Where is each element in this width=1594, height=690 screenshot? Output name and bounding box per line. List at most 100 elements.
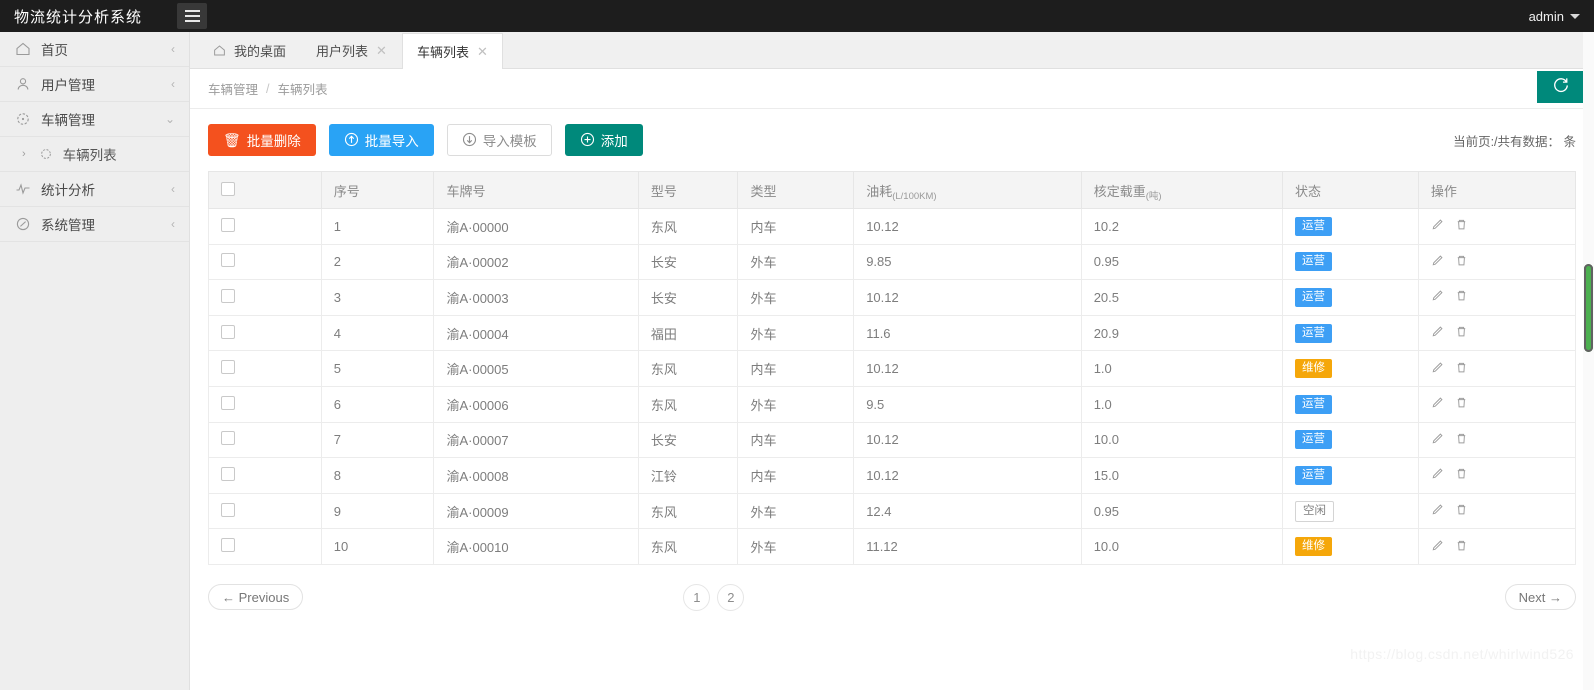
row-checkbox[interactable] xyxy=(221,324,235,339)
cell-checkbox xyxy=(208,385,322,423)
edit-pencil-icon[interactable] xyxy=(1431,467,1444,483)
gear-icon xyxy=(14,215,32,233)
add-button[interactable]: 添加 xyxy=(564,124,643,156)
cell-index: 1 xyxy=(320,208,435,245)
download-circle-icon xyxy=(462,132,477,149)
refresh-button[interactable] xyxy=(1537,71,1584,103)
cell-status: 运营 xyxy=(1282,421,1419,459)
home-icon xyxy=(14,40,32,58)
trash-icon[interactable] xyxy=(1455,432,1468,448)
cell-index: 10 xyxy=(320,528,435,565)
select-all-checkbox[interactable] xyxy=(221,181,235,196)
breadcrumb-bar: 车辆管理 / 车辆列表 xyxy=(190,69,1594,109)
row-checkbox[interactable] xyxy=(221,253,235,268)
batch-delete-label: 批量删除 xyxy=(246,134,301,149)
table-row[interactable]: 6 渝A·00006 东风 外车 9.5 1.0 运营 xyxy=(208,385,1577,423)
cell-load: 1.0 xyxy=(1080,350,1284,387)
row-checkbox[interactable] xyxy=(221,360,235,375)
vertical-scrollbar-thumb[interactable] xyxy=(1584,264,1593,352)
tab-user-list[interactable]: 用户列表 ✕ xyxy=(301,32,402,68)
table-row[interactable]: 9 渝A·00009 东风 外车 12.4 0.95 空闲 xyxy=(208,492,1577,530)
cell-index: 2 xyxy=(320,243,435,281)
plus-circle-icon xyxy=(580,132,595,149)
toolbar: 🗑 批量删除 批量导入 导入模板 添加 当前页:/共有数据： 条 xyxy=(190,109,1594,156)
table-row[interactable]: 7 渝A·00007 长安 内车 10.12 10.0 运营 xyxy=(208,421,1577,459)
user-menu[interactable]: admin xyxy=(1529,9,1594,24)
trash-icon[interactable] xyxy=(1455,503,1468,519)
table-row[interactable]: 4 渝A·00004 福田 外车 11.6 20.9 运营 xyxy=(208,314,1577,352)
next-page-button[interactable]: Next → xyxy=(1504,584,1576,611)
page-number-button[interactable]: 2 xyxy=(717,583,745,611)
table-row[interactable]: 3 渝A·00003 长安 外车 10.12 20.5 运营 xyxy=(208,279,1577,316)
edit-pencil-icon[interactable] xyxy=(1431,254,1444,270)
edit-pencil-icon[interactable] xyxy=(1431,432,1444,448)
batch-import-button[interactable]: 批量导入 xyxy=(328,124,434,156)
trash-icon[interactable] xyxy=(1455,218,1468,234)
th-fuel: 油耗(L/100KM) xyxy=(853,171,1082,209)
edit-pencil-icon[interactable] xyxy=(1431,218,1444,234)
row-checkbox[interactable] xyxy=(221,395,235,410)
sidebar-item-user-management[interactable]: 用户管理 ‹ xyxy=(0,67,189,102)
cell-plate: 渝A·00002 xyxy=(433,243,639,281)
page-number-button[interactable]: 1 xyxy=(683,583,711,611)
cell-type: 外车 xyxy=(737,492,855,530)
row-checkbox[interactable] xyxy=(221,431,235,446)
sidebar-item-system-management[interactable]: 系统管理 ‹ xyxy=(0,207,189,242)
table-row[interactable]: 2 渝A·00002 长安 外车 9.85 0.95 运营 xyxy=(208,243,1577,281)
edit-pencil-icon[interactable] xyxy=(1431,361,1444,377)
row-checkbox[interactable] xyxy=(221,538,235,553)
tab-vehicle-list[interactable]: 车辆列表 ✕ xyxy=(401,33,503,69)
trash-icon[interactable] xyxy=(1455,254,1468,270)
sidebar-item-vehicle-list[interactable]: › 车辆列表 xyxy=(0,137,189,172)
cell-index: 3 xyxy=(320,279,435,316)
chevron-left-icon: ‹ xyxy=(171,42,175,56)
row-checkbox[interactable] xyxy=(221,288,235,303)
table-row[interactable]: 10 渝A·00010 东风 外车 11.12 10.0 维修 xyxy=(208,528,1577,565)
edit-pencil-icon[interactable] xyxy=(1431,396,1444,412)
batch-delete-button[interactable]: 🗑 批量删除 xyxy=(208,124,316,156)
row-checkbox[interactable] xyxy=(221,502,235,517)
edit-pencil-icon[interactable] xyxy=(1431,539,1444,555)
import-template-button[interactable]: 导入模板 xyxy=(446,124,552,156)
th-type: 类型 xyxy=(737,171,855,209)
hamburger-icon[interactable] xyxy=(177,3,208,29)
trash-icon[interactable] xyxy=(1455,539,1468,555)
table-row[interactable]: 1 渝A·00000 东风 内车 10.12 10.2 运营 xyxy=(208,208,1577,245)
table-row[interactable]: 5 渝A·00005 东风 内车 10.12 1.0 维修 xyxy=(208,350,1577,387)
trash-icon[interactable] xyxy=(1455,325,1468,341)
trash-icon[interactable] xyxy=(1455,289,1468,305)
breadcrumb-parent[interactable]: 车辆管理 xyxy=(208,79,258,98)
row-checkbox[interactable] xyxy=(221,217,235,232)
close-icon[interactable]: ✕ xyxy=(477,44,488,60)
vertical-scrollbar-track[interactable] xyxy=(1583,32,1594,690)
cell-actions xyxy=(1417,243,1577,281)
trash-icon[interactable] xyxy=(1455,396,1468,412)
sidebar-item-vehicle-management[interactable]: 车辆管理 ⌄ xyxy=(0,102,189,137)
th-load: 核定载重(吨) xyxy=(1080,171,1284,209)
cell-actions xyxy=(1417,350,1577,387)
cell-model: 长安 xyxy=(637,279,739,316)
cell-load: 1.0 xyxy=(1080,385,1284,423)
row-checkbox[interactable] xyxy=(221,466,235,481)
edit-pencil-icon[interactable] xyxy=(1431,503,1444,519)
table-row[interactable]: 8 渝A·00008 江铃 内车 10.12 15.0 运营 xyxy=(208,457,1577,494)
batch-import-label: 批量导入 xyxy=(364,134,419,149)
cell-status: 维修 xyxy=(1282,528,1419,565)
trash-icon[interactable] xyxy=(1455,361,1468,377)
close-icon[interactable]: ✕ xyxy=(376,43,387,59)
trash-icon[interactable] xyxy=(1455,467,1468,483)
chevron-left-icon: ‹ xyxy=(171,77,175,91)
chevron-down-icon xyxy=(1570,13,1580,19)
sidebar-item-home[interactable]: 首页 ‹ xyxy=(0,32,189,67)
status-badge: 运营 xyxy=(1295,465,1332,485)
edit-pencil-icon[interactable] xyxy=(1431,325,1444,341)
chevron-right-icon: › xyxy=(22,148,26,160)
edit-pencil-icon[interactable] xyxy=(1431,289,1444,305)
chevron-left-icon: ‹ xyxy=(171,182,175,196)
cell-load: 15.0 xyxy=(1080,457,1284,494)
tab-my-desktop[interactable]: 我的桌面 xyxy=(198,32,301,68)
previous-page-button[interactable]: ← Previous xyxy=(208,584,304,611)
sidebar-item-label: 用户管理 xyxy=(41,78,95,93)
sidebar-item-statistics[interactable]: 统计分析 ‹ xyxy=(0,172,189,207)
cell-fuel: 10.12 xyxy=(853,279,1082,316)
